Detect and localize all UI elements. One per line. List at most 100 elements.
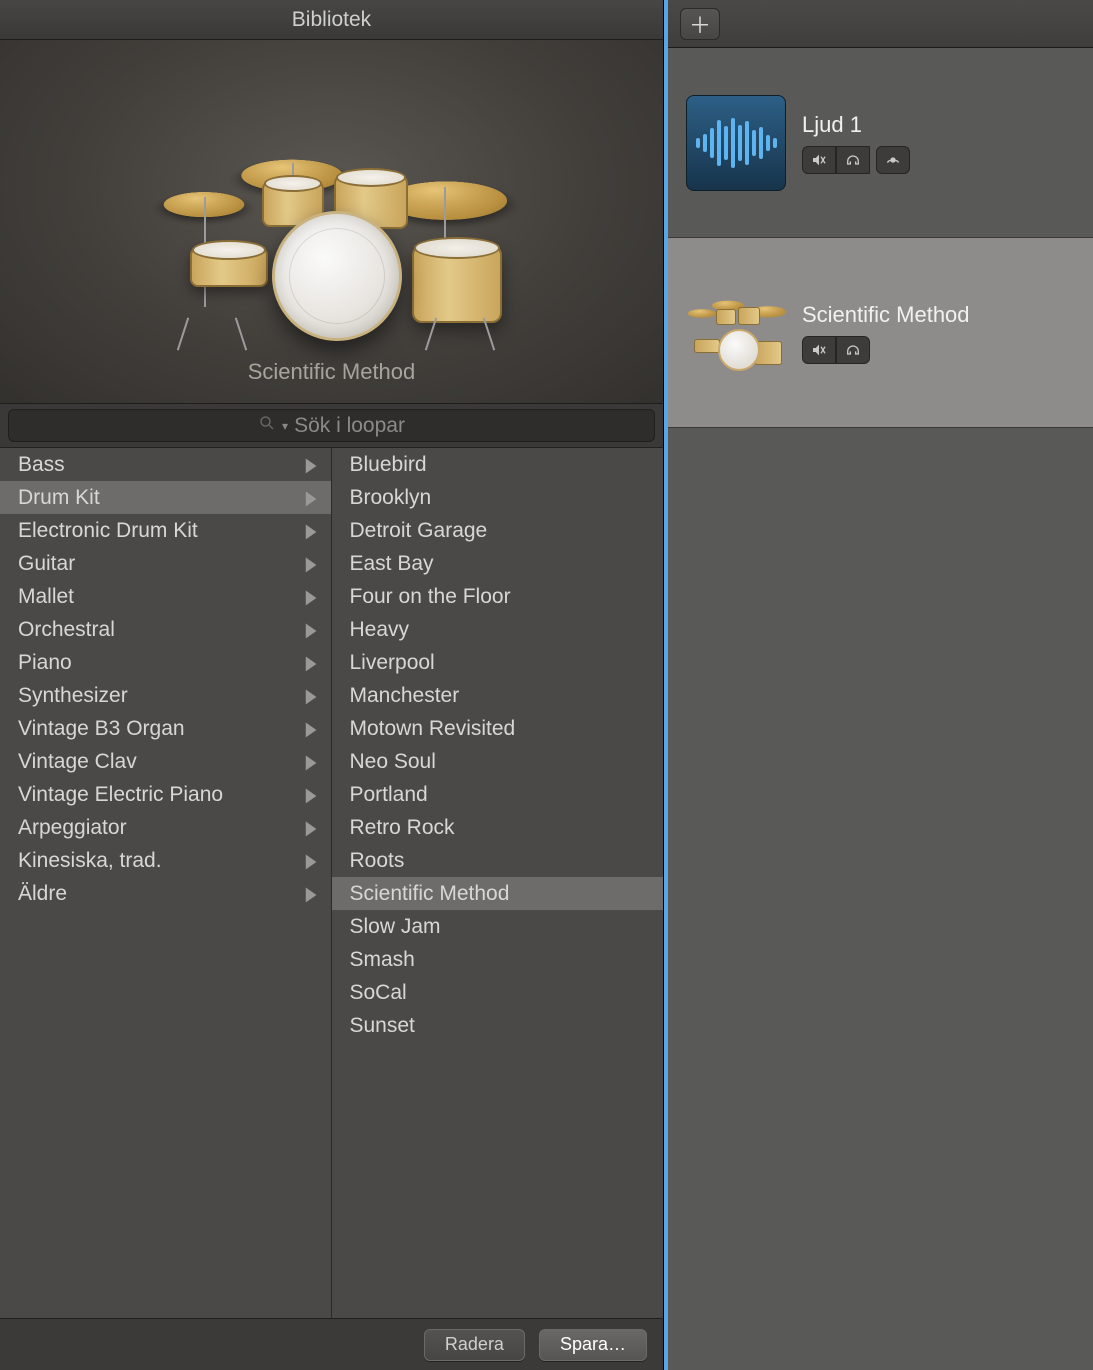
mute-button[interactable] [802, 336, 836, 364]
mute-button[interactable] [802, 146, 836, 174]
track-row[interactable]: Ljud 1 [668, 48, 1093, 238]
chevron-right-icon: ▶ [306, 585, 317, 609]
preset-row[interactable]: Smash [332, 943, 664, 976]
audio-track-icon [686, 95, 786, 191]
track-controls [802, 336, 970, 364]
category-label: Synthesizer [18, 684, 128, 708]
preset-label: Heavy [350, 618, 410, 642]
preset-row[interactable]: Brooklyn [332, 481, 664, 514]
category-label: Bass [18, 453, 65, 477]
preset-label: Bluebird [350, 453, 427, 477]
category-label: Orchestral [18, 618, 115, 642]
search-icon [258, 414, 276, 438]
category-column[interactable]: Bass▶Drum Kit▶Electronic Drum Kit▶Guitar… [0, 448, 332, 1318]
category-label: Guitar [18, 552, 75, 576]
preset-row[interactable]: Motown Revisited [332, 712, 664, 745]
preset-label: East Bay [350, 552, 434, 576]
preset-label: Neo Soul [350, 750, 436, 774]
chevron-right-icon: ▶ [306, 618, 317, 642]
category-row[interactable]: Vintage B3 Organ ▶ [0, 712, 331, 745]
category-row[interactable]: Guitar ▶ [0, 547, 331, 580]
track-name: Scientific Method [802, 302, 970, 328]
chevron-right-icon: ▶ [306, 750, 317, 774]
preset-row[interactable]: SoCal [332, 976, 664, 1009]
category-row[interactable]: Mallet ▶ [0, 580, 331, 613]
category-row[interactable]: Drum Kit▶ [0, 481, 331, 514]
category-label: Mallet [18, 585, 74, 609]
preset-row[interactable]: Liverpool [332, 646, 664, 679]
plus-icon: ＋ [689, 8, 711, 40]
chevron-right-icon: ▶ [306, 783, 317, 807]
preset-label: SoCal [350, 981, 407, 1005]
chevron-right-icon: ▶ [306, 684, 317, 708]
chevron-down-icon: ▾ [282, 419, 288, 433]
category-row[interactable]: Orchestral ▶ [0, 613, 331, 646]
preset-label: Sunset [350, 1014, 415, 1038]
chevron-right-icon: ▶ [306, 816, 317, 840]
library-footer: Radera Spara… [0, 1318, 663, 1370]
track-controls [802, 146, 910, 174]
library-titlebar: Bibliotek [0, 0, 663, 40]
chevron-right-icon: ▶ [306, 453, 317, 477]
preset-row[interactable]: Retro Rock [332, 811, 664, 844]
preset-row[interactable]: Slow Jam [332, 910, 664, 943]
input-icon [885, 152, 901, 168]
preset-column[interactable]: Bluebird Brooklyn Detroit Garage East Bay Fo… [332, 448, 664, 1318]
category-row[interactable]: Vintage Electric Piano ▶ [0, 778, 331, 811]
library-columns: Bass▶Drum Kit▶Electronic Drum Kit▶Guitar… [0, 448, 663, 1318]
category-row[interactable]: Äldre▶ [0, 877, 331, 910]
track-row[interactable]: Scientific Method [668, 238, 1093, 428]
save-button[interactable]: Spara… [539, 1329, 647, 1361]
preset-row[interactable]: Portland [332, 778, 664, 811]
preset-row[interactable]: Manchester [332, 679, 664, 712]
preset-row[interactable]: Bluebird [332, 448, 664, 481]
category-label: Arpeggiator [18, 816, 127, 840]
mute-icon [811, 152, 827, 168]
preset-row[interactable]: Detroit Garage [332, 514, 664, 547]
preset-row[interactable]: Roots [332, 844, 664, 877]
chevron-right-icon: ▶ [306, 486, 317, 510]
track-list: Ljud 1 Scientific Method [668, 48, 1093, 1370]
category-row[interactable]: Kinesiska, trad.▶ [0, 844, 331, 877]
category-row[interactable]: Electronic Drum Kit ▶ [0, 514, 331, 547]
tracks-panel: ＋ Ljud 1 Scientific Method [664, 0, 1093, 1370]
chevron-right-icon: ▶ [306, 717, 317, 741]
category-row[interactable]: Piano▶ [0, 646, 331, 679]
preset-row[interactable]: Neo Soul [332, 745, 664, 778]
instrument-preview: Scientific Method [0, 40, 663, 404]
category-label: Äldre [18, 882, 67, 906]
mute-icon [811, 342, 827, 358]
chevron-right-icon: ▶ [306, 552, 317, 576]
instrument-preview-image [122, 87, 542, 347]
input-monitor-button[interactable] [876, 146, 910, 174]
preset-label: Brooklyn [350, 486, 432, 510]
preset-row[interactable]: Scientific Method [332, 877, 664, 910]
preset-label: Manchester [350, 684, 460, 708]
preset-label: Roots [350, 849, 405, 873]
category-row[interactable]: Synthesizer ▶ [0, 679, 331, 712]
preset-label: Portland [350, 783, 428, 807]
drumkit-illustration [152, 127, 512, 347]
category-row[interactable]: Arpeggiator ▶ [0, 811, 331, 844]
preset-row[interactable]: East Bay [332, 547, 664, 580]
category-label: Vintage Electric Piano [18, 783, 223, 807]
preset-row[interactable]: Sunset [332, 1009, 664, 1042]
category-row[interactable]: Vintage Clav▶ [0, 745, 331, 778]
preset-label: Scientific Method [350, 882, 510, 906]
preset-label: Four on the Floor [350, 585, 511, 609]
tracks-topbar: ＋ [668, 0, 1093, 48]
preset-row[interactable]: Four on the Floor [332, 580, 664, 613]
preset-row[interactable]: Heavy [332, 613, 664, 646]
add-track-button[interactable]: ＋ [680, 8, 720, 40]
search-bar: ▾ Sök i loopar [0, 404, 663, 448]
preset-label: Retro Rock [350, 816, 455, 840]
category-label: Vintage B3 Organ [18, 717, 185, 741]
solo-button[interactable] [836, 336, 870, 364]
category-label: Electronic Drum Kit [18, 519, 198, 543]
solo-button[interactable] [836, 146, 870, 174]
search-input[interactable]: ▾ Sök i loopar [8, 409, 655, 442]
preset-label: Detroit Garage [350, 519, 488, 543]
delete-button[interactable]: Radera [424, 1329, 525, 1361]
chevron-right-icon: ▶ [306, 519, 317, 543]
category-row[interactable]: Bass ▶ [0, 448, 331, 481]
